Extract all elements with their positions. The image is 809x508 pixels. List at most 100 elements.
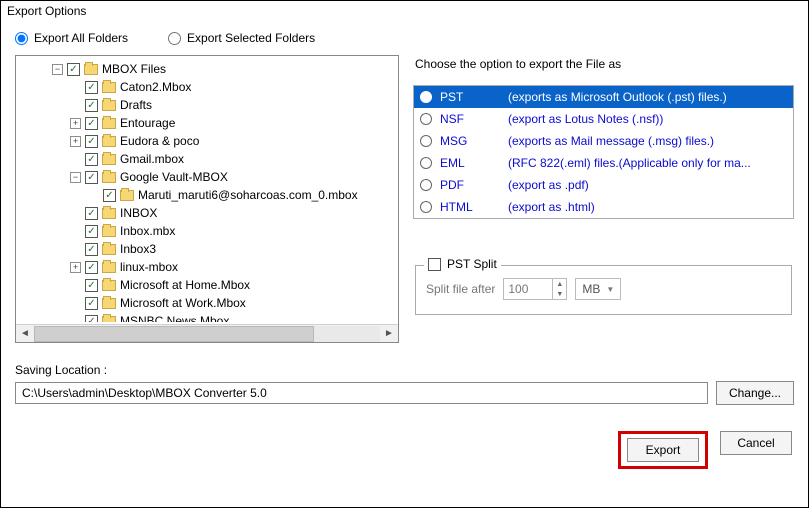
format-option-nsf[interactable]: NSF (export as Lotus Notes (.nsf)) [414,108,793,130]
tree-item[interactable]: + ✓ Entourage [16,114,398,132]
tree-item[interactable]: ✓MSNBC News.Mbox [16,312,398,322]
scroll-thumb[interactable] [34,326,314,342]
tree-checkbox[interactable]: ✓ [85,135,98,148]
mode-all-radio[interactable]: Export All Folders [15,31,128,45]
tree-checkbox[interactable]: ✓ [85,225,98,238]
folder-icon [102,226,116,237]
folder-icon [102,82,116,93]
split-size-input[interactable] [504,280,552,298]
tree-checkbox[interactable]: ✓ [103,189,116,202]
spin-down-icon[interactable]: ▼ [552,289,566,299]
tree-item-label: Eudora & poco [120,134,199,148]
format-radio[interactable] [420,135,432,147]
tree-expander-icon[interactable]: + [70,118,81,129]
chevron-down-icon: ▼ [606,285,614,294]
format-radio[interactable] [420,91,432,103]
tree-checkbox[interactable]: ✓ [85,243,98,256]
tree-item-label: Inbox.mbx [120,224,175,238]
tree-item[interactable]: + ✓ Eudora & poco [16,132,398,150]
tree-item-label: Entourage [120,116,175,130]
format-radio[interactable] [420,179,432,191]
folder-icon [102,280,116,291]
tree-root-item[interactable]: −✓MBOX Files [16,60,398,78]
folder-icon [102,262,116,273]
tree-item-label: Google Vault-MBOX [120,170,228,184]
tree-item[interactable]: ✓Drafts [16,96,398,114]
format-option-pst[interactable]: PST (exports as Microsoft Outlook (.pst) … [414,86,793,108]
format-desc: (exports as Microsoft Outlook (.pst) fil… [508,90,787,104]
tree-item[interactable]: + ✓ linux-mbox [16,258,398,276]
format-radio[interactable] [420,157,432,169]
tree-checkbox[interactable]: ✓ [85,297,98,310]
mode-all-label: Export All Folders [34,31,128,45]
tree-checkbox[interactable]: ✓ [85,207,98,220]
tree-checkbox[interactable]: ✓ [85,81,98,94]
format-option-msg[interactable]: MSG (exports as Mail message (.msg) files… [414,130,793,152]
tree-checkbox[interactable]: ✓ [85,261,98,274]
format-desc: (exports as Mail message (.msg) files.) [508,134,787,148]
tree-scrollbar-horizontal[interactable]: ◄ ► [16,324,398,342]
tree-expander-icon[interactable]: + [70,136,81,147]
format-name: NSF [440,112,500,126]
tree-item[interactable]: ✓ Maruti_maruti6@soharcoas.com_0.mbox [16,186,398,204]
tree-item-label: Inbox3 [120,242,156,256]
tree-item[interactable]: ✓ Gmail.mbox [16,150,398,168]
tree-checkbox[interactable]: ✓ [85,315,98,323]
tree-checkbox[interactable]: ✓ [85,171,98,184]
format-desc: (export as .html) [508,200,787,214]
tree-checkbox[interactable]: ✓ [67,63,80,76]
tree-item-label: linux-mbox [120,260,178,274]
tree-item-label: Caton2.Mbox [120,80,191,94]
tree-expander-icon[interactable]: + [70,262,81,273]
format-desc: (export as .pdf) [508,178,787,192]
formats-heading: Choose the option to export the File as [415,57,794,71]
mode-selected-radio[interactable]: Export Selected Folders [168,31,315,45]
split-unit-select[interactable]: MB ▼ [575,278,621,300]
split-size-stepper[interactable]: ▲ ▼ [503,278,567,300]
format-desc: (RFC 822(.eml) files.(Applicable only fo… [508,156,787,170]
tree-item[interactable]: ✓ Inbox3 [16,240,398,258]
folder-tree[interactable]: −✓MBOX Files✓Caton2.Mbox✓Drafts+✓Entoura… [15,55,399,343]
format-name: MSG [440,134,500,148]
format-radio[interactable] [420,113,432,125]
tree-item[interactable]: ✓INBOX [16,204,398,222]
format-option-eml[interactable]: EML (RFC 822(.eml) files.(Applicable only… [414,152,793,174]
format-option-html[interactable]: HTML(export as .html) [414,196,793,218]
saving-location-input[interactable] [15,382,708,404]
format-desc: (export as Lotus Notes (.nsf)) [508,112,787,126]
tree-item[interactable]: ✓ Inbox.mbx [16,222,398,240]
tree-checkbox[interactable]: ✓ [85,279,98,292]
tree-item[interactable]: ✓ Microsoft at Work.Mbox [16,294,398,312]
tree-item[interactable]: ✓Microsoft at Home.Mbox [16,276,398,294]
folder-icon [102,100,116,111]
scroll-left-icon[interactable]: ◄ [16,326,34,342]
spin-up-icon[interactable]: ▲ [552,279,566,289]
export-button[interactable]: Export [627,438,699,462]
export-options-dialog: Export Options Export All Folders Export… [0,0,809,508]
folder-icon [102,208,116,219]
mode-selected-label: Export Selected Folders [187,31,315,45]
tree-checkbox[interactable]: ✓ [85,117,98,130]
split-unit-value: MB [582,282,600,296]
change-button[interactable]: Change... [716,381,794,405]
folder-icon [102,118,116,129]
tree-checkbox[interactable]: ✓ [85,99,98,112]
tree-item-label: Gmail.mbox [120,152,184,166]
tree-item[interactable]: ✓ Caton2.Mbox [16,78,398,96]
pst-split-checkbox[interactable] [428,258,441,271]
tree-expander-icon[interactable]: − [70,172,81,183]
cancel-button[interactable]: Cancel [720,431,792,455]
format-name: EML [440,156,500,170]
folder-icon [102,316,116,323]
tree-expander-icon[interactable]: − [52,64,63,75]
tree-item-label: Maruti_maruti6@soharcoas.com_0.mbox [138,188,358,202]
tree-item-label: Microsoft at Work.Mbox [120,296,246,310]
scroll-right-icon[interactable]: ► [380,326,398,342]
format-option-pdf[interactable]: PDF(export as .pdf) [414,174,793,196]
tree-item[interactable]: −✓ Google Vault-MBOX [16,168,398,186]
format-radio[interactable] [420,201,432,213]
folder-icon [84,64,98,75]
format-name: PST [440,90,500,104]
tree-checkbox[interactable]: ✓ [85,153,98,166]
pst-split-group: PST Split Split file after ▲ ▼ MB [415,265,792,315]
